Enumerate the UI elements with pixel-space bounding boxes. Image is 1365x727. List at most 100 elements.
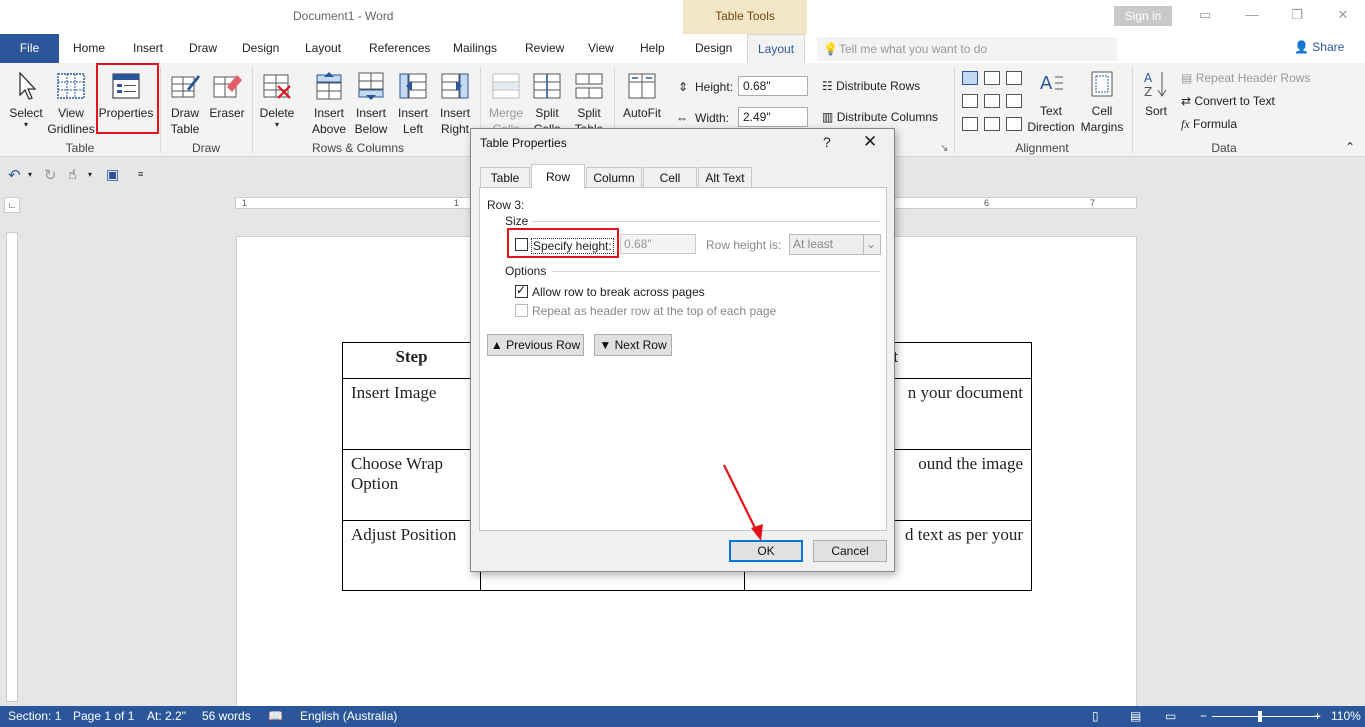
tab-alt-text[interactable]: Alt Text	[698, 167, 752, 188]
tab-draw[interactable]: Draw	[189, 34, 217, 63]
tab-review[interactable]: Review	[525, 34, 564, 63]
allow-break-checkbox[interactable]	[515, 285, 528, 298]
touch-dropdown-icon[interactable]: ▾	[88, 170, 92, 179]
view-gridlines-button[interactable]: View Gridlines	[47, 71, 95, 137]
language-indicator[interactable]: English (Australia)	[300, 709, 397, 723]
at-indicator[interactable]: At: 2.2"	[147, 709, 186, 723]
table-cell[interactable]: Insert Image	[343, 379, 481, 450]
draw-table-label-1: Draw	[164, 105, 206, 121]
align-bottom-center-icon[interactable]	[984, 117, 1000, 131]
autofit-button[interactable]: AutoFit	[620, 71, 664, 121]
convert-to-text-button[interactable]: ⇄ Convert to Text	[1181, 94, 1275, 108]
next-row-button[interactable]: ▼ Next Row	[594, 334, 672, 356]
table-cell[interactable]: Adjust Position	[343, 521, 481, 591]
repeat-header-checkbox[interactable]	[515, 304, 528, 317]
ribbon-display-icon[interactable]: ▭	[1195, 5, 1215, 25]
align-top-center-icon[interactable]	[984, 71, 1000, 85]
undo-icon[interactable]: ↶	[8, 166, 21, 184]
tab-selector-icon[interactable]: ∟	[4, 197, 20, 213]
tab-column[interactable]: Column	[586, 167, 642, 188]
select-button[interactable]: Select ▾	[6, 71, 46, 129]
cell-margins-button[interactable]: Cell Margins	[1078, 69, 1126, 135]
tab-layout[interactable]: Layout	[305, 34, 341, 63]
row-height-is-select[interactable]: At least ⌄	[789, 234, 881, 255]
read-mode-icon[interactable]: ▯	[1092, 709, 1099, 723]
insert-below-button[interactable]: Insert Below	[351, 71, 391, 137]
divider	[552, 271, 880, 272]
insert-left-button[interactable]: Insert Left	[393, 71, 433, 137]
tab-table[interactable]: Table	[480, 167, 530, 188]
align-top-right-icon[interactable]	[1006, 71, 1022, 85]
help-icon[interactable]: ?	[823, 134, 831, 150]
zoom-level[interactable]: 110%	[1331, 709, 1361, 723]
table-cell[interactable]: Choose Wrap Option	[343, 450, 481, 521]
share-button[interactable]: 👤 Share	[1294, 40, 1344, 54]
redo-icon[interactable]: ↻	[44, 166, 57, 184]
tab-view[interactable]: View	[588, 34, 614, 63]
touch-mode-icon[interactable]: ☝	[68, 166, 77, 183]
formula-button[interactable]: fx Formula	[1181, 117, 1237, 132]
table-cell[interactable]: Step	[343, 343, 481, 379]
height-spinner[interactable]: 0.68"	[738, 76, 808, 96]
distribute-columns-button[interactable]: ▥ Distribute Columns	[822, 110, 938, 124]
repeat-header-label[interactable]: Repeat as header row at the top of each …	[532, 304, 776, 318]
zoom-slider-thumb[interactable]	[1258, 711, 1262, 722]
zoom-slider[interactable]	[1212, 716, 1320, 717]
align-center-right-icon[interactable]	[1006, 94, 1022, 108]
section-indicator[interactable]: Section: 1	[8, 709, 61, 723]
page-indicator[interactable]: Page 1 of 1	[73, 709, 134, 723]
tab-help[interactable]: Help	[640, 34, 665, 63]
tab-table-design[interactable]: Design	[695, 34, 732, 63]
web-layout-icon[interactable]: ▭	[1165, 709, 1176, 723]
collapse-ribbon-icon[interactable]: ⌃	[1345, 140, 1355, 154]
text-direction-button[interactable]: A Text Direction	[1026, 69, 1076, 135]
tab-mailings[interactable]: Mailings	[453, 34, 497, 63]
customize-qat-icon[interactable]: ≡	[138, 169, 143, 179]
distribute-rows-button[interactable]: ☷ Distribute Rows	[822, 79, 920, 93]
align-center-left-icon[interactable]	[962, 94, 978, 108]
tab-insert[interactable]: Insert	[133, 34, 163, 63]
rows-columns-group-label: Rows & Columns	[252, 141, 464, 155]
allow-break-label[interactable]: Allow row to break across pages	[532, 285, 705, 299]
width-spinner[interactable]: 2.49"	[738, 107, 808, 127]
save-icon[interactable]: ▣	[106, 166, 119, 183]
tab-row[interactable]: Row	[531, 164, 585, 189]
tell-me-search[interactable]: 💡 Tell me what you want to do	[817, 37, 1117, 61]
tab-references[interactable]: References	[369, 34, 430, 63]
sort-button[interactable]: AZ Sort	[1138, 69, 1174, 119]
dialog-close-icon[interactable]: ✕	[863, 132, 877, 152]
table-tools-label: Table Tools	[683, 9, 807, 23]
word-count[interactable]: 56 words	[202, 709, 251, 723]
tab-design[interactable]: Design	[242, 34, 279, 63]
repeat-header-rows-button[interactable]: ▤ Repeat Header Rows	[1181, 71, 1310, 85]
proofing-icon[interactable]: 📖	[268, 709, 283, 723]
align-top-left-icon[interactable]	[962, 71, 978, 85]
restore-icon[interactable]: ❐	[1287, 5, 1307, 25]
tab-home[interactable]: Home	[73, 34, 105, 63]
vertical-ruler[interactable]	[6, 232, 18, 702]
tab-cell[interactable]: Cell	[643, 167, 697, 188]
eraser-button[interactable]: Eraser	[207, 71, 247, 121]
cell-size-launcher-icon[interactable]: ↘	[940, 143, 948, 154]
zoom-in-icon[interactable]: +	[1314, 709, 1321, 723]
split-cells-label-1: Split	[528, 105, 566, 121]
undo-dropdown-icon[interactable]: ▾	[28, 170, 32, 179]
close-icon[interactable]: ✕	[1333, 5, 1353, 25]
insert-above-button[interactable]: Insert Above	[309, 71, 349, 137]
cancel-button[interactable]: Cancel	[813, 540, 887, 562]
align-bottom-left-icon[interactable]	[962, 117, 978, 131]
previous-row-button[interactable]: ▲ Previous Row	[487, 334, 584, 356]
draw-table-button[interactable]: Draw Table	[164, 71, 206, 137]
tab-file[interactable]: File	[0, 34, 59, 63]
align-bottom-right-icon[interactable]	[1006, 117, 1022, 131]
align-center-icon[interactable]	[984, 94, 1000, 108]
delete-button[interactable]: Delete ▾	[257, 71, 297, 129]
print-layout-icon[interactable]: ▤	[1130, 709, 1141, 723]
insert-right-button[interactable]: Insert Right	[435, 71, 475, 137]
sign-in-button[interactable]: Sign in	[1114, 6, 1172, 26]
cell-margins-label-2: Margins	[1078, 119, 1126, 135]
minimize-icon[interactable]: —	[1242, 5, 1262, 25]
row-height-spinner[interactable]: 0.68"	[620, 234, 696, 254]
tab-table-layout[interactable]: Layout	[747, 34, 805, 63]
zoom-out-icon[interactable]: −	[1200, 709, 1207, 723]
